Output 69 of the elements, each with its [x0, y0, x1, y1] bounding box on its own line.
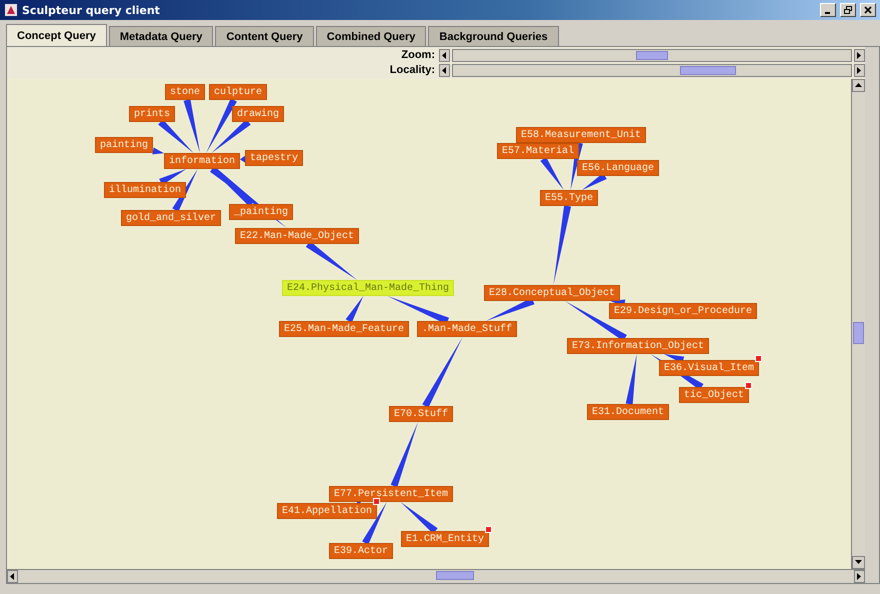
- horizontal-scrollbar[interactable]: [7, 569, 865, 583]
- edge-wedge: [400, 502, 438, 534]
- app-icon: [4, 3, 18, 17]
- concept-node[interactable]: _painting: [229, 204, 293, 220]
- tab[interactable]: Combined Query: [316, 26, 426, 46]
- concept-node[interactable]: prints: [129, 106, 175, 122]
- left-arrow-button[interactable]: [439, 48, 450, 62]
- concept-node[interactable]: E58.Measurement_Unit: [516, 127, 646, 143]
- slider-thumb[interactable]: [636, 50, 668, 60]
- right-arrow-button[interactable]: [854, 48, 865, 62]
- slider-label: Zoom:: [401, 49, 435, 61]
- scroll-thumb[interactable]: [853, 322, 864, 344]
- concept-node[interactable]: .Man-Made_Stuff: [417, 321, 517, 337]
- concept-node[interactable]: E70.Stuff: [389, 406, 453, 422]
- concept-node[interactable]: E39.Actor: [329, 543, 393, 559]
- right-arrow-button[interactable]: [854, 64, 865, 76]
- tab[interactable]: Background Queries: [428, 26, 559, 46]
- concept-node[interactable]: E25.Man-Made_Feature: [279, 321, 409, 337]
- edge-wedge: [422, 337, 463, 408]
- edge-wedge: [306, 241, 358, 280]
- down-arrow-button[interactable]: [852, 556, 865, 569]
- restore-icon: [844, 6, 852, 14]
- concept-node[interactable]: drawing: [232, 106, 284, 122]
- concept-node[interactable]: E28.Conceptual_Object: [484, 285, 620, 301]
- restore-button[interactable]: [840, 3, 856, 17]
- tab[interactable]: Content Query: [215, 26, 314, 46]
- concept-node[interactable]: E29.Design_or_Procedure: [609, 303, 757, 319]
- edge-wedge: [240, 156, 246, 163]
- concept-node[interactable]: information: [164, 153, 240, 169]
- slider-track[interactable]: [452, 64, 852, 76]
- concept-node[interactable]: E57.Material: [497, 143, 579, 159]
- edge-wedge: [626, 354, 637, 405]
- slider-label: Locality:: [390, 64, 435, 76]
- close-button[interactable]: [860, 3, 876, 17]
- concept-node[interactable]: E31.Document: [587, 404, 669, 420]
- concept-node[interactable]: E55.Type: [540, 190, 598, 206]
- concept-node[interactable]: E56.Language: [577, 160, 659, 176]
- tab[interactable]: Metadata Query: [108, 26, 214, 46]
- minimize-button[interactable]: [820, 3, 836, 17]
- up-arrow-button[interactable]: [852, 79, 865, 92]
- edge-wedge: [540, 157, 564, 190]
- tab[interactable]: Concept Query: [6, 24, 107, 46]
- concept-node[interactable]: E22.Man-Made_Object: [235, 228, 359, 244]
- left-arrow-button[interactable]: [7, 570, 18, 583]
- slider-thumb[interactable]: [680, 66, 736, 74]
- edge-wedge: [390, 422, 418, 488]
- concept-node[interactable]: E1.CRM_Entity: [401, 531, 489, 547]
- left-arrow-icon: [8, 572, 17, 581]
- left-arrow-button[interactable]: [439, 64, 450, 76]
- concept-node[interactable]: E41.Appellation: [277, 503, 377, 519]
- concept-node[interactable]: illumination: [104, 182, 186, 198]
- concept-node[interactable]: gold_and_silver: [121, 210, 221, 226]
- vertical-scrollbar[interactable]: [851, 79, 865, 569]
- concept-node[interactable]: E77.Persistent_Item: [329, 486, 453, 502]
- concept-node[interactable]: E73.Information_Object: [567, 338, 709, 354]
- concept-node[interactable]: stone: [165, 84, 205, 100]
- concept-node[interactable]: tic_Object: [679, 387, 749, 403]
- concept-node[interactable]: E36.Visual_Item: [659, 360, 759, 376]
- up-arrow-icon: [854, 81, 863, 90]
- close-icon: [864, 6, 872, 14]
- concept-node[interactable]: painting: [95, 137, 153, 153]
- edge-wedge: [346, 296, 364, 323]
- slider-track[interactable]: [452, 48, 852, 62]
- concept-node[interactable]: tapestry: [245, 150, 303, 166]
- window-title: Sculpteur query client: [22, 4, 161, 16]
- right-arrow-button[interactable]: [854, 570, 865, 583]
- concept-node[interactable]: E24.Physical_Man-Made_Thing: [282, 280, 454, 296]
- concept-node[interactable]: culpture: [209, 84, 267, 100]
- scroll-thumb[interactable]: [436, 571, 474, 580]
